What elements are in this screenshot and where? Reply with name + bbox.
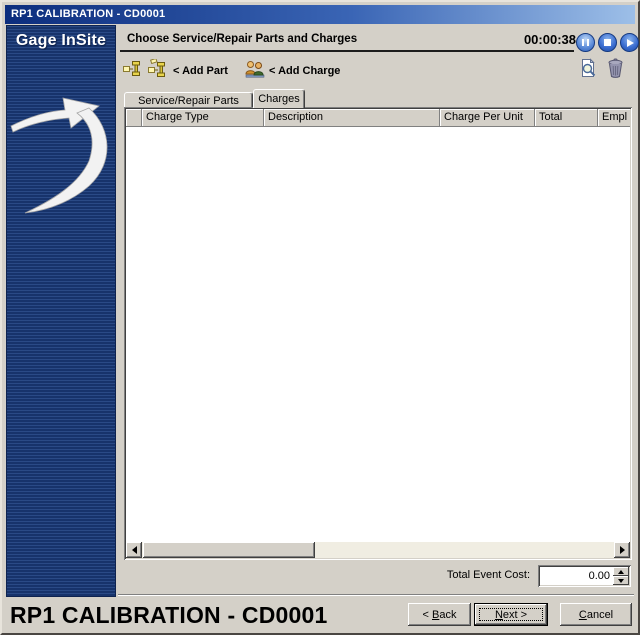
- next-button[interactable]: Next >: [474, 603, 548, 626]
- column-header-charge-type[interactable]: Charge Type: [142, 109, 264, 127]
- focus-rectangle: [479, 608, 543, 621]
- grid-body-empty: [126, 127, 630, 542]
- grid-header-row: Charge Type Description Charge Per Unit …: [126, 109, 630, 127]
- part-tool-alt-icon: [148, 59, 168, 78]
- charges-grid: Charge Type Description Charge Per Unit …: [124, 107, 632, 560]
- cancel-button-label: Cancel: [579, 609, 613, 621]
- column-header-charge-per-unit[interactable]: Charge Per Unit: [440, 109, 535, 127]
- pause-icon: [582, 39, 589, 46]
- timer-play-button[interactable]: [620, 33, 639, 52]
- column-header-description[interactable]: Description: [264, 109, 440, 127]
- back-button-label: < Back: [423, 609, 457, 621]
- arrow-left-icon: [132, 546, 137, 554]
- arrow-up-icon: [618, 570, 624, 574]
- add-part-label[interactable]: < Add Part: [173, 65, 228, 77]
- delete-button[interactable]: [607, 58, 624, 84]
- arrow-down-icon: [618, 579, 624, 583]
- add-charge-button[interactable]: [245, 60, 265, 83]
- window-title: RP1 CALIBRATION - CD0001: [11, 8, 165, 20]
- branding-sidebar: Gage InSite: [6, 25, 116, 597]
- stop-icon: [604, 39, 611, 46]
- swoosh-graphic: [9, 64, 115, 214]
- scroll-left-button[interactable]: [126, 542, 142, 558]
- scroll-right-button[interactable]: [614, 542, 630, 558]
- trash-icon: [607, 58, 624, 79]
- preview-button[interactable]: [579, 58, 597, 84]
- total-event-cost-input[interactable]: [540, 567, 613, 585]
- column-header-employee[interactable]: Empl: [598, 109, 630, 127]
- timer-pause-button[interactable]: [576, 33, 595, 52]
- header-divider: [120, 50, 574, 52]
- back-button[interactable]: < Back: [408, 603, 471, 626]
- event-title: RP1 CALIBRATION - CD0001: [10, 602, 327, 629]
- total-event-cost-label: Total Event Cost:: [392, 569, 530, 581]
- timer-stop-button[interactable]: [598, 33, 617, 52]
- scrollbar-thumb[interactable]: [143, 542, 315, 558]
- part-tool-icon[interactable]: [123, 60, 143, 83]
- total-event-cost-field: [538, 565, 631, 587]
- document-magnifier-icon: [579, 58, 597, 79]
- page-title: Choose Service/Repair Parts and Charges: [127, 33, 357, 45]
- dialog-window: RP1 CALIBRATION - CD0001 Gage InSite Cho…: [0, 0, 640, 635]
- column-header-total[interactable]: Total: [535, 109, 598, 127]
- horizontal-scrollbar[interactable]: [126, 542, 630, 558]
- charges-grid-viewport: Charge Type Description Charge Per Unit …: [126, 109, 630, 558]
- arrow-right-icon: [620, 546, 625, 554]
- tab-service-repair-parts[interactable]: Service/Repair Parts: [124, 92, 253, 108]
- tab-charges[interactable]: Charges: [253, 89, 305, 108]
- cancel-button[interactable]: Cancel: [560, 603, 632, 626]
- spin-down-button[interactable]: [613, 576, 629, 585]
- add-charge-label[interactable]: < Add Charge: [269, 65, 340, 77]
- total-cost-spinner: [613, 567, 629, 585]
- title-bar: RP1 CALIBRATION - CD0001: [5, 5, 635, 24]
- column-header-selector: [126, 109, 142, 127]
- people-charge-icon: [245, 60, 265, 78]
- gage-insite-logo: Gage InSite: [7, 32, 115, 50]
- add-part-button[interactable]: [148, 59, 168, 83]
- footer-divider: [118, 594, 634, 596]
- event-timer: 00:00:38: [514, 32, 576, 47]
- play-icon: [627, 39, 634, 47]
- part-tool-icon: [123, 60, 143, 78]
- spin-up-button[interactable]: [613, 567, 629, 576]
